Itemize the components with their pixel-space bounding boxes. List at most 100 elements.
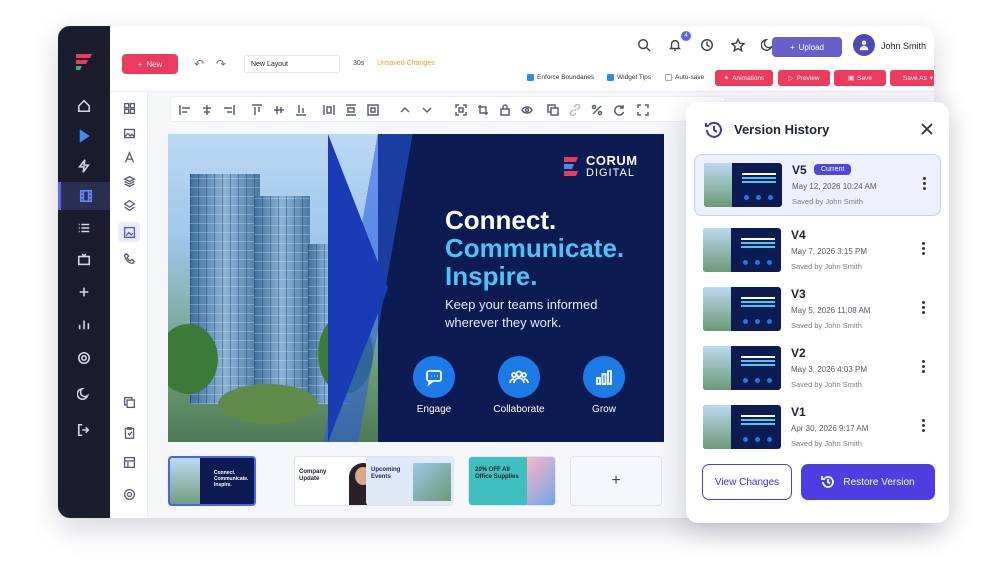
- bolt-nav-item[interactable]: [58, 152, 110, 180]
- settings-nav-item[interactable]: [58, 344, 110, 372]
- duration-value[interactable]: 30s: [353, 60, 364, 67]
- logout-icon: [77, 423, 90, 437]
- playlist-nav-item[interactable]: [58, 214, 110, 242]
- align-top-icon[interactable]: [251, 103, 263, 115]
- text-tool[interactable]: [118, 147, 140, 167]
- phone-tool[interactable]: [118, 248, 140, 268]
- bar-chart-icon: [78, 320, 90, 330]
- media-tool[interactable]: [118, 222, 140, 242]
- align-left-icon[interactable]: [179, 103, 191, 115]
- refresh-icon[interactable]: [613, 103, 625, 116]
- chevron-down-icon[interactable]: [421, 103, 433, 115]
- save-as-button[interactable]: Save As ▾: [890, 70, 934, 86]
- play-nav-item[interactable]: [58, 122, 110, 150]
- logout-nav-item[interactable]: [58, 416, 110, 444]
- layers-tool[interactable]: [118, 195, 140, 215]
- distribute-h-icon[interactable]: [323, 103, 335, 115]
- align-middle-icon[interactable]: [273, 103, 285, 115]
- slide-canvas[interactable]: CORUM DIGITAL Connect. Communicate. Insp…: [168, 134, 664, 442]
- history-icon: [704, 120, 724, 140]
- preview-button[interactable]: ▷ Preview: [778, 70, 830, 86]
- undo-icon[interactable]: ↶: [194, 57, 204, 71]
- fullscreen-icon[interactable]: [637, 103, 649, 116]
- checkbox-checked[interactable]: [527, 74, 534, 81]
- crop-icon[interactable]: [477, 103, 489, 115]
- settings-tool[interactable]: [118, 484, 140, 504]
- close-icon[interactable]: [920, 122, 934, 136]
- fit-frame-icon[interactable]: [455, 103, 467, 116]
- dark-mode-nav-item[interactable]: [58, 380, 110, 408]
- clock-icon[interactable]: [700, 38, 714, 52]
- building-shape: [254, 196, 310, 406]
- align-center-h-icon[interactable]: [201, 103, 213, 115]
- brand-name: CORUM: [586, 153, 638, 168]
- analytics-nav-item[interactable]: [58, 310, 110, 338]
- image-icon: [123, 128, 135, 138]
- align-right-icon[interactable]: [223, 103, 235, 115]
- layouts-nav-item[interactable]: [58, 182, 110, 210]
- lawn: [218, 384, 318, 424]
- chevron-up-icon[interactable]: [399, 103, 411, 115]
- template-tool[interactable]: [118, 452, 140, 472]
- align-bottom-icon[interactable]: [295, 103, 307, 116]
- auto-save-checkbox[interactable]: Auto-save: [665, 74, 704, 81]
- widget-tips-checkbox[interactable]: Widget Tips: [607, 74, 651, 81]
- upload-label: Upload: [798, 42, 825, 52]
- percent-icon[interactable]: [591, 103, 603, 116]
- version-row-v5[interactable]: V5 Current May 12, 2026 10:24 AM Saved b…: [694, 154, 941, 216]
- more-options-icon[interactable]: [923, 177, 927, 193]
- distribute-v-icon[interactable]: [345, 103, 357, 116]
- link-icon[interactable]: [569, 103, 581, 117]
- save-button[interactable]: ▣ Save: [834, 70, 886, 86]
- add-slide-button[interactable]: +: [570, 456, 662, 506]
- search-icon[interactable]: [637, 38, 651, 52]
- stack-tool[interactable]: [118, 171, 140, 191]
- copy-tool[interactable]: [118, 392, 140, 412]
- screens-nav-item[interactable]: [58, 246, 110, 274]
- eye-icon[interactable]: [521, 103, 533, 115]
- checkbox-unchecked[interactable]: [665, 74, 672, 81]
- add-nav-item[interactable]: [58, 278, 110, 306]
- sparkle-icon: ✦: [723, 75, 730, 82]
- thumbnail-slide-3[interactable]: Upcoming Events: [366, 456, 454, 506]
- more-options-icon[interactable]: [922, 242, 926, 258]
- text-icon: [124, 150, 134, 163]
- thumb-photo: [413, 463, 451, 501]
- panel-title: Version History: [734, 122, 830, 137]
- thumbnail-slide-4[interactable]: 20% OFF All Office Supplies: [468, 456, 556, 506]
- user-avatar[interactable]: [853, 34, 875, 56]
- version-row-v3[interactable]: V3 May 5, 2026 11:08 AM Saved by John Sm…: [694, 279, 941, 341]
- star-icon[interactable]: [730, 37, 746, 53]
- view-changes-button[interactable]: View Changes: [702, 464, 792, 500]
- version-row-v4[interactable]: V4 May 7, 2026 3:15 PM Saved by John Smi…: [694, 220, 941, 282]
- home-nav-item[interactable]: [58, 92, 110, 120]
- redo-icon[interactable]: ↷: [216, 57, 226, 71]
- user-name[interactable]: John Smith: [881, 41, 926, 51]
- checkbox-checked[interactable]: [607, 74, 614, 81]
- new-button[interactable]: + New: [122, 54, 178, 74]
- version-thumbnail: [703, 287, 781, 331]
- widget-tools-column: [110, 92, 148, 518]
- lock-icon[interactable]: [499, 103, 511, 116]
- image-tool[interactable]: [118, 123, 140, 143]
- phone-icon: [123, 252, 135, 264]
- animations-button[interactable]: ✦ Animations: [715, 70, 773, 86]
- bell-icon[interactable]: [668, 38, 682, 52]
- more-options-icon[interactable]: [922, 301, 926, 317]
- plus-icon: +: [789, 42, 795, 52]
- version-row-v1[interactable]: V1 Apr 30, 2026 9:17 AM Saved by John Sm…: [694, 397, 941, 459]
- list-icon: [78, 223, 90, 233]
- version-row-v2[interactable]: V2 May 3, 2026 4:03 PM Saved by John Smi…: [694, 338, 941, 400]
- more-options-icon[interactable]: [922, 419, 926, 435]
- people-icon: [498, 356, 540, 398]
- restore-version-button[interactable]: Restore Version: [801, 464, 935, 500]
- layout-name-input[interactable]: New Layout: [244, 55, 340, 73]
- thumbnail-slide-1[interactable]: Connect. Communicate. Inspire.: [168, 456, 256, 506]
- grid-tool[interactable]: [118, 98, 140, 118]
- enforce-boundaries-checkbox[interactable]: Enforce Boundaries: [527, 74, 594, 81]
- center-icon[interactable]: [367, 103, 379, 116]
- upload-button[interactable]: + Upload: [772, 37, 842, 57]
- duplicate-icon[interactable]: [547, 103, 559, 116]
- clipboard-tool[interactable]: [118, 422, 140, 442]
- more-options-icon[interactable]: [922, 360, 926, 376]
